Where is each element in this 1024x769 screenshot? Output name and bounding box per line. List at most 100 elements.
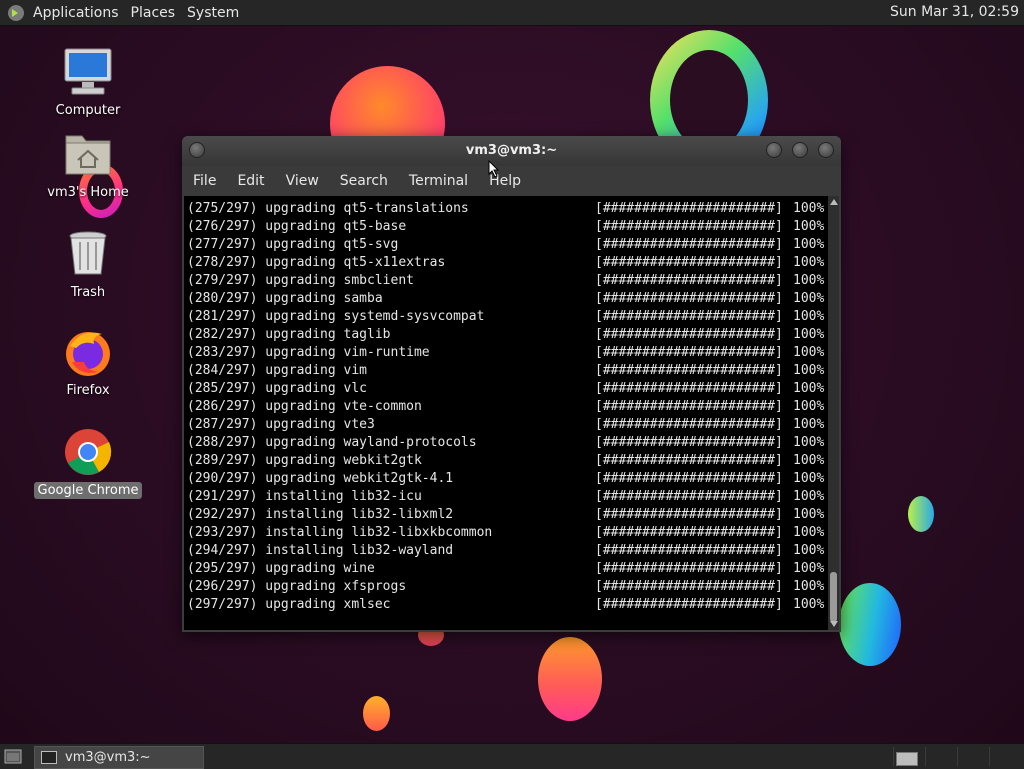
show-desktop-icon[interactable]	[4, 749, 22, 764]
terminal-line: (292/297) installing lib32-libxml2 [#####…	[187, 506, 824, 524]
terminal-line-text: (286/297) upgrading vte-common	[187, 399, 422, 414]
window-title: vm3@vm3:~	[465, 143, 558, 158]
workspace-4[interactable]	[989, 747, 1019, 766]
minimize-button[interactable]	[766, 142, 782, 158]
terminal-line-text: (296/297) upgrading xfsprogs	[187, 579, 407, 594]
menu-applications[interactable]: Applications	[33, 5, 127, 21]
scrollbar-thumb[interactable]	[830, 572, 837, 622]
progress-percent: 100%	[793, 561, 825, 576]
progress-percent: 100%	[793, 345, 825, 360]
menu-system[interactable]: System	[187, 5, 247, 21]
workspace-2[interactable]	[925, 747, 955, 766]
terminal-line: (294/297) installing lib32-wayland [#####…	[187, 542, 824, 560]
progress-bar-text: [######################]	[595, 561, 783, 576]
terminal-line-text: (297/297) upgrading xmlsec	[187, 597, 391, 612]
terminal-window[interactable]: vm3@vm3:~ File Edit View Search Terminal…	[182, 136, 841, 632]
progress-bar-text: [######################]	[595, 507, 783, 522]
desktop-icon-home[interactable]: vm3's Home	[33, 128, 143, 201]
menu-search[interactable]: Search	[329, 173, 398, 189]
terminal-line-text: (292/297) installing lib32-libxml2	[187, 507, 454, 522]
wallpaper-decoration	[908, 496, 934, 532]
progress-percent: 100%	[793, 579, 825, 594]
terminal-line: (275/297) upgrading qt5-translations [###…	[187, 200, 824, 218]
terminal-line-text: (279/297) upgrading smbclient	[187, 273, 414, 288]
progress-bar-text: [######################]	[595, 597, 783, 612]
progress-bar-text: [######################]	[595, 417, 783, 432]
terminal-line: (285/297) upgrading vlc [################…	[187, 380, 824, 398]
close-button[interactable]	[818, 142, 834, 158]
progress-percent: 100%	[793, 273, 825, 288]
terminal-icon	[41, 751, 57, 764]
progress-bar-text: [######################]	[595, 345, 783, 360]
terminal-line: (297/297) upgrading xmlsec [#############…	[187, 596, 824, 614]
progress-bar-text: [######################]	[595, 309, 783, 324]
progress-bar-text: [######################]	[595, 471, 783, 486]
desktop-icon-label: vm3's Home	[47, 185, 129, 200]
menu-places[interactable]: Places	[131, 5, 184, 21]
menu-view[interactable]: View	[275, 173, 329, 189]
taskbar-item-label: vm3@vm3:~	[65, 750, 151, 765]
terminal-line-text: (288/297) upgrading wayland-protocols	[187, 435, 477, 450]
terminal-line-text: (290/297) upgrading webkit2gtk-4.1	[187, 471, 454, 486]
terminal-line-text: (293/297) installing lib32-libxkbcommon	[187, 525, 493, 540]
terminal-line: (290/297) upgrading webkit2gtk-4.1 [#####…	[187, 470, 824, 488]
progress-bar-text: [######################]	[595, 327, 783, 342]
progress-bar-text: [######################]	[595, 201, 783, 216]
menu-edit[interactable]: Edit	[226, 173, 274, 189]
maximize-button[interactable]	[792, 142, 808, 158]
desktop-icon-trash[interactable]: Trash	[33, 228, 143, 301]
terminal-line: (283/297) upgrading vim-runtime [########…	[187, 344, 824, 362]
terminal-output[interactable]: (275/297) upgrading qt5-translations [###…	[184, 196, 828, 630]
progress-percent: 100%	[793, 381, 825, 396]
terminal-line-text: (291/297) installing lib32-icu	[187, 489, 422, 504]
terminal-line-text: (285/297) upgrading vlc	[187, 381, 368, 396]
progress-bar-text: [######################]	[595, 525, 783, 540]
terminal-line: (287/297) upgrading vte3 [###############…	[187, 416, 824, 434]
terminal-line: (284/297) upgrading vim [################…	[187, 362, 824, 380]
chrome-icon	[62, 426, 114, 478]
terminal-line: (278/297) upgrading qt5-x11extras [######…	[187, 254, 824, 272]
window-titlebar[interactable]: vm3@vm3:~	[182, 136, 841, 166]
terminal-line-text: (275/297) upgrading qt5-translations	[187, 201, 469, 216]
workspace-3[interactable]	[957, 747, 987, 766]
terminal-line-text: (289/297) upgrading webkit2gtk	[187, 453, 422, 468]
menu-terminal[interactable]: Terminal	[398, 173, 478, 189]
desktop-icon-firefox[interactable]: Firefox	[33, 326, 143, 399]
progress-bar-text: [######################]	[595, 273, 783, 288]
scroll-down-arrow-icon[interactable]	[830, 621, 838, 627]
terminal-line: (277/297) upgrading qt5-svg [############…	[187, 236, 824, 254]
menu-help[interactable]: Help	[478, 173, 531, 189]
wallpaper-decoration	[363, 696, 390, 731]
terminal-line-text: (287/297) upgrading vte3	[187, 417, 375, 432]
terminal-line-text: (283/297) upgrading vim-runtime	[187, 345, 430, 360]
terminal-line-text: (276/297) upgrading qt5-base	[187, 219, 407, 234]
terminal-menubar: File Edit View Search Terminal Help	[182, 166, 841, 196]
progress-percent: 100%	[793, 597, 825, 612]
menu-file[interactable]: File	[182, 173, 226, 189]
progress-bar-text: [######################]	[595, 453, 783, 468]
progress-percent: 100%	[793, 435, 825, 450]
mouse-pointer-icon	[488, 160, 500, 178]
progress-percent: 100%	[793, 489, 825, 504]
taskbar-item-terminal[interactable]: vm3@vm3:~	[34, 746, 204, 769]
progress-percent: 100%	[793, 453, 825, 468]
firefox-icon	[62, 326, 114, 378]
terminal-line-text: (284/297) upgrading vim	[187, 363, 368, 378]
terminal-line-text: (281/297) upgrading systemd-sysvcompat	[187, 309, 485, 324]
progress-percent: 100%	[793, 417, 825, 432]
scroll-up-arrow-icon[interactable]	[830, 199, 838, 205]
terminal-line-text: (294/297) installing lib32-wayland	[187, 543, 454, 558]
progress-percent: 100%	[793, 327, 825, 342]
terminal-scrollbar[interactable]	[828, 196, 839, 630]
progress-percent: 100%	[793, 237, 825, 252]
desktop-icon-label: Firefox	[66, 383, 110, 398]
workspace-1[interactable]	[893, 747, 923, 766]
progress-bar-text: [######################]	[595, 399, 783, 414]
progress-bar-text: [######################]	[595, 489, 783, 504]
panel-clock[interactable]: Sun Mar 31, 02:59	[890, 4, 1019, 20]
progress-percent: 100%	[793, 291, 825, 306]
progress-bar-text: [######################]	[595, 363, 783, 378]
desktop-icon-chrome[interactable]: Google Chrome	[33, 426, 143, 499]
mate-logo-icon[interactable]	[7, 4, 25, 22]
desktop-icon-computer[interactable]: Computer	[33, 46, 143, 119]
